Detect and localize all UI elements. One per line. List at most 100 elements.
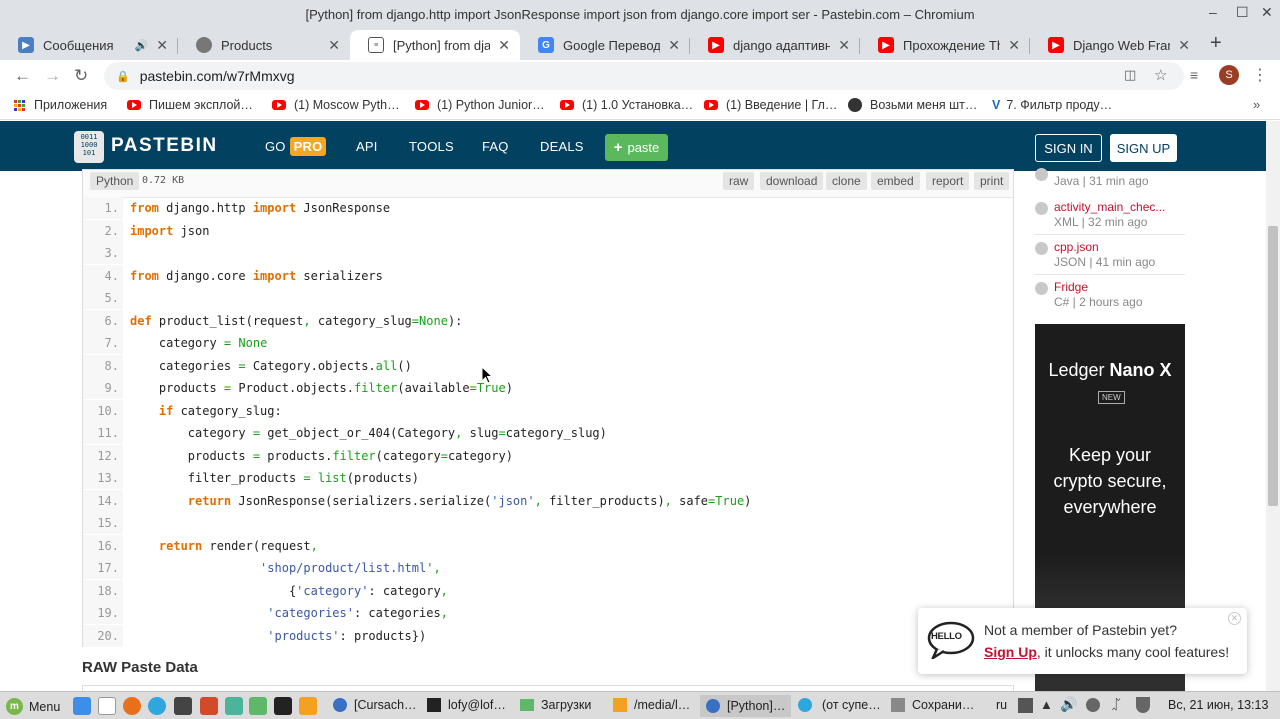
tab-pastebin[interactable]: ≡ [Python] from djang ✕ (350, 30, 520, 60)
pastebin-logo-text[interactable]: PASTEBIN (111, 135, 218, 157)
code-line: 13. filter_products = list(products) (83, 467, 1013, 489)
app-icon[interactable] (200, 697, 218, 715)
url-field[interactable]: 🔒 pastebin.com/w7rMmxvg ◫ ☆ (104, 62, 1184, 90)
embed-button[interactable]: embed (871, 172, 920, 190)
taskbar-item-cursach[interactable]: [Cursach… (333, 698, 417, 712)
audio-icon[interactable]: 🔊 (135, 39, 149, 52)
tab-close-icon[interactable]: ✕ (156, 37, 168, 54)
taskbar-item-python[interactable]: [Python]… (700, 695, 792, 717)
reload-icon[interactable]: ↻ (74, 66, 88, 86)
shield-icon[interactable] (1136, 697, 1150, 713)
telegram-icon[interactable] (148, 697, 166, 715)
print-button[interactable]: print (974, 172, 1010, 190)
paste-toolbar: Python 0.72 KB raw download clone embed … (83, 170, 1013, 198)
bookmark-filter[interactable]: V 7. Фильтр проду… (992, 98, 1112, 112)
taskbar-item-save[interactable]: Сохрани… (891, 698, 974, 712)
deals-link[interactable]: DEALS (540, 139, 584, 154)
back-icon[interactable]: ← (14, 66, 31, 86)
tab-close-icon[interactable]: ✕ (498, 37, 510, 54)
raw-button[interactable]: raw (723, 172, 755, 190)
toast-close-icon[interactable]: ✕ (1228, 612, 1241, 625)
telegram-icon (798, 698, 812, 712)
translate-icon[interactable]: ◫ (1124, 67, 1136, 83)
report-button[interactable]: report (926, 172, 970, 190)
recent-paste-item[interactable]: activity_main_chec... XML | 32 min ago (1035, 200, 1185, 232)
code-line: 8. categories = Category.objects.all() (83, 354, 1013, 377)
terminal-icon[interactable] (274, 697, 292, 715)
recent-paste-item[interactable]: Fridge C# | 2 hours ago (1035, 280, 1185, 312)
sign-up-button[interactable]: SIGN UP (1110, 134, 1177, 162)
sign-in-button[interactable]: SIGN IN (1035, 134, 1102, 162)
minimize-icon[interactable]: – (1209, 4, 1217, 20)
folder-icon[interactable] (249, 697, 267, 715)
tab-django-framework[interactable]: ▶ Django Web Framew ✕ (1030, 30, 1200, 60)
tab-walkthrough[interactable]: ▶ Прохождение The L ✕ (860, 30, 1030, 60)
page-scrollbar[interactable] (1266, 121, 1280, 691)
tab-close-icon[interactable]: ✕ (1178, 37, 1190, 54)
new-tab-icon[interactable]: + (1210, 32, 1222, 55)
bluetooth-icon[interactable]: ᛢ (1112, 696, 1120, 712)
tools-link[interactable]: TOOLS (409, 139, 454, 154)
bookmark-python-junior[interactable]: (1) Python Junior… (415, 98, 545, 112)
reading-list-icon[interactable]: ≡ (1190, 67, 1198, 83)
bookmark-exploit[interactable]: Пишем эксплой… (127, 98, 253, 112)
close-window-icon[interactable]: ✕ (1261, 4, 1273, 21)
bookmark-take-me[interactable]: Возьми меня шт… (848, 98, 977, 112)
bookmark-moscow-python[interactable]: (1) Moscow Pyth… (272, 98, 400, 112)
start-menu-button[interactable]: m Menu (6, 698, 60, 715)
profile-avatar[interactable]: S (1219, 65, 1239, 85)
api-link[interactable]: API (356, 139, 378, 154)
taskbar-item-media[interactable]: /media/l… (613, 698, 690, 712)
tab-products[interactable]: Products ✕ (178, 30, 350, 60)
tab-google-translate[interactable]: G Google Переводчик ✕ (520, 30, 690, 60)
youtube-icon: ▶ (708, 37, 724, 53)
tab-messages[interactable]: ▶ Сообщения 🔊 ✕ (0, 30, 178, 60)
system-tray-icon[interactable] (1086, 698, 1100, 712)
lock-icon[interactable]: 🔒 (116, 70, 130, 83)
scrollbar-thumb[interactable] (1268, 226, 1278, 506)
tab-close-icon[interactable]: ✕ (668, 37, 680, 54)
go-pro-link[interactable]: GO PRO (265, 137, 327, 156)
bookmark-apps[interactable]: Приложения (14, 98, 107, 112)
taskbar-item-downloads[interactable]: Загрузки (520, 698, 591, 712)
keyboard-layout[interactable]: ru (996, 698, 1007, 712)
update-manager-icon[interactable] (1018, 698, 1033, 713)
faq-link[interactable]: FAQ (482, 139, 509, 154)
sublime-icon[interactable] (299, 697, 317, 715)
tab-django-adaptive[interactable]: ▶ django адаптивный ✕ (690, 30, 860, 60)
avatar-favicon-icon (848, 98, 862, 112)
firefox-icon[interactable] (123, 697, 141, 715)
new-paste-button[interactable]: + paste (605, 134, 668, 161)
raw-paste-title: RAW Paste Data (82, 659, 198, 676)
show-desktop-icon[interactable] (73, 697, 91, 715)
code-line: 6. def product_list(request, category_slu… (83, 309, 1013, 332)
more-bookmarks-icon[interactable]: » (1253, 97, 1260, 112)
tab-close-icon[interactable]: ✕ (328, 37, 340, 54)
files-icon[interactable] (98, 697, 116, 715)
toast-signup-link[interactable]: Sign Up (984, 644, 1037, 660)
forward-icon[interactable]: → (44, 66, 61, 86)
bookmark-intro[interactable]: (1) Введение | Гл… (704, 98, 837, 112)
app-icon[interactable] (225, 697, 243, 715)
download-button[interactable]: download (760, 172, 824, 190)
recent-paste-item[interactable]: cpp.json JSON | 41 min ago (1035, 240, 1185, 272)
language-tag[interactable]: Python (90, 172, 140, 190)
bookmark-star-icon[interactable]: ☆ (1154, 66, 1167, 84)
tab-close-icon[interactable]: ✕ (1008, 37, 1020, 54)
code-line: 12. products = products.filter(category=… (83, 444, 1013, 467)
browser-menu-icon[interactable]: ⋮ (1252, 65, 1268, 85)
taskbar-item-telegram[interactable]: (от супе… (798, 698, 881, 712)
clock[interactable]: Вс, 21 июн, 13:13 (1168, 698, 1268, 712)
tab-close-icon[interactable]: ✕ (838, 37, 850, 54)
terminal-app-icon[interactable] (174, 697, 192, 715)
maximize-icon[interactable]: ☐ (1236, 4, 1249, 21)
youtube-icon: ▶ (1048, 37, 1064, 53)
pastebin-logo-icon[interactable]: 0011 1000 101 (74, 131, 104, 163)
network-icon[interactable]: ▲ (1040, 697, 1053, 712)
volume-icon[interactable]: 🔊 (1060, 696, 1077, 713)
clone-button[interactable]: clone (826, 172, 867, 190)
recent-paste-item[interactable]: Java | 31 min ago (1035, 168, 1185, 191)
bookmark-install[interactable]: (1) 1.0 Установка… (560, 98, 693, 112)
youtube-icon (415, 100, 429, 110)
taskbar-item-terminal[interactable]: lofy@lof… (427, 698, 506, 712)
